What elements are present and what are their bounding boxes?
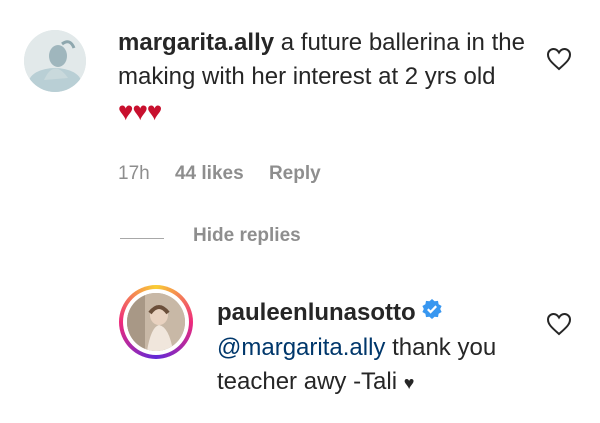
comment-username[interactable]: margarita.ally <box>118 29 274 56</box>
replier-avatar[interactable] <box>119 285 193 359</box>
commenter-avatar[interactable] <box>24 30 86 92</box>
heart-outline-icon <box>546 312 572 336</box>
black-heart-emoji: ♥ <box>403 372 415 393</box>
user-avatar-icon <box>24 30 86 92</box>
comment-body: margarita.ally a future ballerina in the… <box>118 26 538 130</box>
avatar-ring-gap <box>123 289 189 355</box>
reply-button[interactable]: Reply <box>269 163 321 184</box>
reply-mention[interactable]: @margarita.ally <box>217 334 385 361</box>
verified-badge-icon <box>422 295 442 329</box>
reply-username[interactable]: pauleenlunasotto <box>217 299 416 326</box>
reply-header: pauleenlunasotto <box>217 296 517 331</box>
replier-avatar-photo <box>127 293 185 351</box>
reply-like-button[interactable] <box>546 312 572 341</box>
comment-like-button[interactable] <box>546 47 572 76</box>
replies-divider <box>120 238 164 239</box>
comment-likes[interactable]: 44 likes <box>175 163 244 184</box>
heart-outline-icon <box>546 47 572 71</box>
comment-time: 17h <box>118 163 150 184</box>
reply-content: @margarita.ally thank you teacher awy -T… <box>217 331 517 400</box>
user-avatar-icon <box>127 293 185 351</box>
reply-body: pauleenlunasotto @margarita.ally thank y… <box>217 296 517 400</box>
hide-replies-button[interactable]: Hide replies <box>193 225 301 247</box>
comment-meta: 17h 44 likes Reply <box>118 163 341 185</box>
hearts-emoji: ♥♥♥ <box>118 96 162 126</box>
